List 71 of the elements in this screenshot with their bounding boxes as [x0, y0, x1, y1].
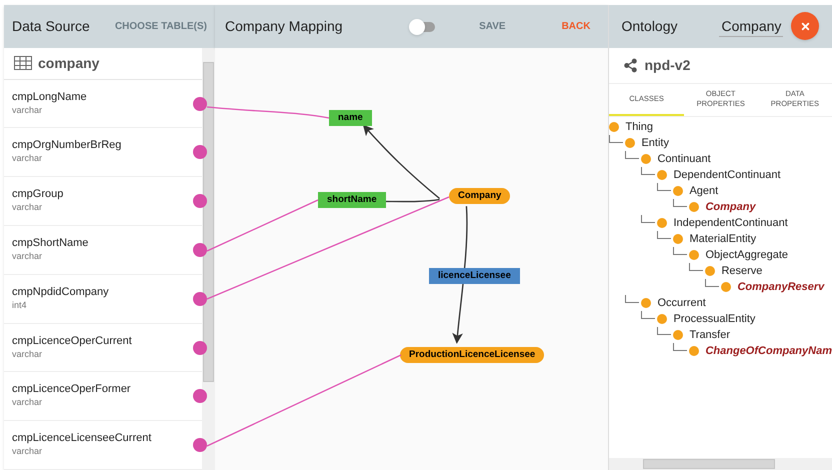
tree-connector: [609, 135, 624, 143]
mapping-handle[interactable]: [193, 389, 207, 404]
column-name[interactable]: cmpLicenceOperCurrent: [12, 334, 194, 348]
horizontal-scrollbar[interactable]: [609, 458, 832, 470]
class-label[interactable]: CompanyReserv: [737, 278, 824, 296]
tree-connector: [657, 327, 672, 335]
mapping-handle[interactable]: [193, 145, 207, 160]
column-name[interactable]: cmpShortName: [12, 236, 194, 250]
column-type: varchar: [12, 152, 44, 166]
tree-connector: [689, 263, 704, 271]
tree-connector: [641, 311, 656, 319]
tree-connector: [705, 279, 720, 287]
share-icon: [623, 58, 638, 73]
column-type: varchar: [12, 348, 44, 361]
column-type: int4: [12, 298, 28, 312]
tree-connector: [657, 183, 672, 191]
class-label[interactable]: Agent: [689, 182, 718, 200]
class-label[interactable]: ProcessualEntity: [673, 310, 756, 328]
tree-connector: [657, 231, 672, 239]
mapping-handle[interactable]: [193, 292, 207, 306]
class-label[interactable]: Company: [705, 198, 756, 216]
close-button[interactable]: [791, 12, 820, 40]
column-name[interactable]: cmpLicenceOperFormer: [12, 382, 194, 396]
scrollbar[interactable]: [202, 48, 215, 470]
tree-connector: [641, 215, 656, 223]
class-label[interactable]: Thing: [625, 118, 653, 136]
class-field[interactable]: Company: [719, 16, 784, 37]
tree-connector: [673, 247, 688, 255]
class-label[interactable]: Reserve: [721, 262, 762, 280]
tree-connector: [625, 151, 640, 159]
class-label[interactable]: MaterialEntity: [689, 230, 756, 248]
class-node[interactable]: ProductionLicenceLicensee: [400, 347, 544, 363]
column-type: varchar: [12, 396, 44, 410]
mapping-handle[interactable]: [193, 194, 207, 208]
ontology-name: npd-v2: [644, 56, 690, 75]
tree-connector: [673, 343, 688, 351]
mapping-handle[interactable]: [193, 243, 207, 258]
class-node[interactable]: Company: [449, 188, 510, 204]
class-label[interactable]: ObjectAggregate: [705, 246, 788, 264]
class-label[interactable]: DependentContinuant: [673, 166, 780, 184]
tree-connector: [641, 167, 656, 175]
class-label[interactable]: Entity: [641, 134, 669, 152]
column-name[interactable]: cmpLicenceLicenseeCurrent: [12, 431, 194, 446]
column-type: varchar: [12, 104, 44, 117]
column-type: varchar: [12, 201, 44, 214]
class-label[interactable]: ChangeOfCompanyNam: [705, 342, 832, 360]
panel-title: Data Source: [12, 17, 90, 36]
column-name[interactable]: cmpNpdidCompany: [12, 284, 194, 299]
panel-title: Company Mapping: [225, 17, 344, 36]
table-icon: [14, 56, 32, 70]
property-node[interactable]: name: [329, 110, 372, 126]
class-label[interactable]: Continuant: [657, 150, 711, 168]
mapping-handle[interactable]: [193, 96, 207, 111]
property-node[interactable]: shortName: [318, 192, 386, 208]
tree-connector: [673, 199, 688, 207]
column-name[interactable]: cmpLongName: [12, 90, 194, 104]
class-label[interactable]: Transfer: [689, 326, 730, 344]
mapping-handle[interactable]: [193, 438, 207, 452]
toggle-switch[interactable]: [411, 22, 436, 32]
column-name[interactable]: cmpOrgNumberBrReg: [12, 138, 194, 152]
panel-title: Ontology: [621, 17, 679, 36]
column-name[interactable]: cmpGroup: [12, 187, 194, 202]
mapping-handle[interactable]: [193, 340, 207, 355]
column-type: varchar: [12, 250, 44, 264]
close-icon: [800, 20, 811, 32]
tree-connector: [625, 295, 640, 303]
relation-node[interactable]: licenceLicensee: [429, 268, 520, 284]
table-name: company: [38, 54, 100, 73]
class-label[interactable]: IndependentContinuant: [673, 214, 788, 232]
column-type: varchar: [12, 445, 44, 458]
class-label[interactable]: Occurrent: [657, 294, 706, 312]
